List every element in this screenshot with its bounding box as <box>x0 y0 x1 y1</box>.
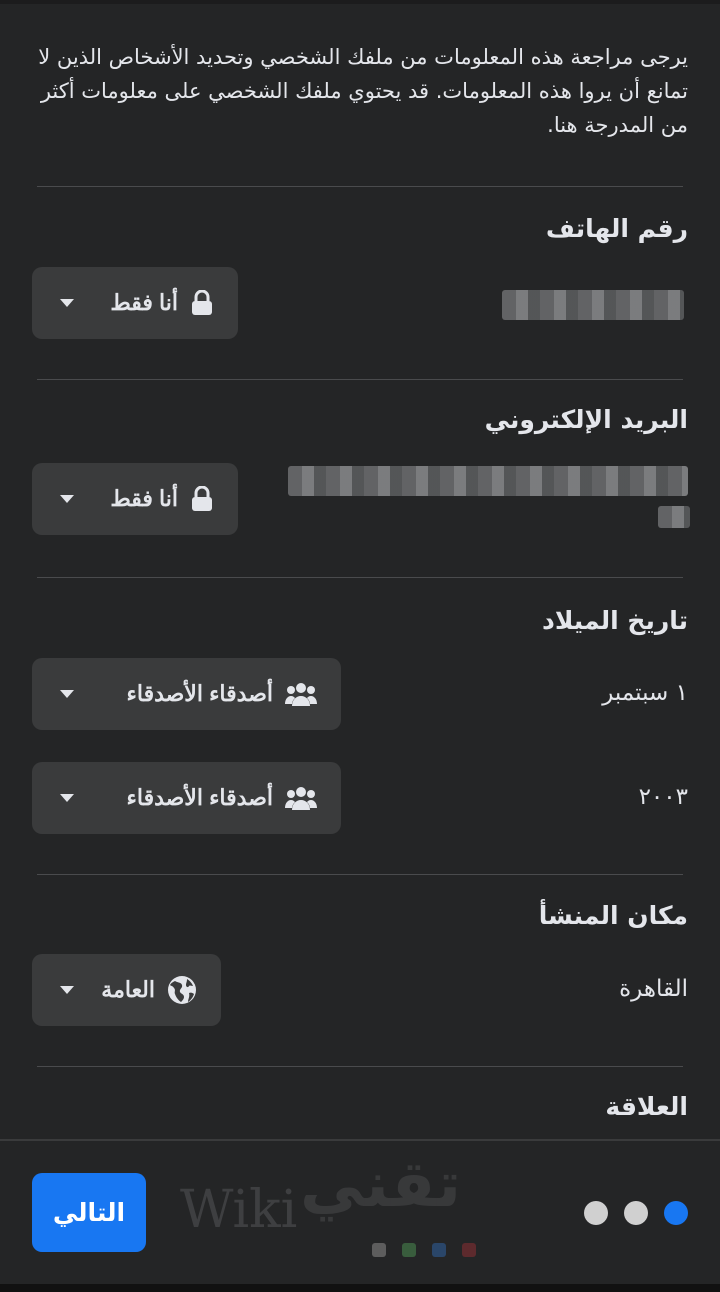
privacy-label: العامة <box>101 977 155 1002</box>
intro-text: يرجى مراجعة هذه المعلومات من ملفك الشخصي… <box>38 45 688 137</box>
divider <box>37 1066 683 1067</box>
divider <box>37 874 683 875</box>
privacy-label: أنا فقط <box>110 486 178 511</box>
privacy-label: أصدقاء الأصدقاء <box>126 785 273 810</box>
pagination-dot-3 <box>584 1201 608 1225</box>
birthday-day-month: ١ سبتمبر <box>602 680 688 706</box>
divider <box>37 186 683 187</box>
watermark-arabic: تقني <box>300 1148 461 1222</box>
section-title-phone: رقم الهاتف <box>545 214 688 243</box>
section-title-email: البريد الإلكتروني <box>484 405 688 434</box>
blurred-phone-value <box>502 290 684 320</box>
windows-icon <box>432 1243 446 1257</box>
section-title-hometown: مكان المنشأ <box>538 901 688 930</box>
caret-down-icon <box>60 299 74 307</box>
blurred-email-value <box>288 466 688 496</box>
caret-down-icon <box>60 495 74 503</box>
caret-down-icon <box>60 794 74 802</box>
pagination-dot-1-active <box>664 1201 688 1225</box>
globe-icon <box>168 976 196 1004</box>
bottom-bar <box>0 1284 720 1292</box>
top-border <box>0 0 720 4</box>
blurred-email-value-line2 <box>658 506 690 528</box>
web-icon <box>462 1243 476 1257</box>
birthday-year: ٢٠٠٣ <box>638 784 688 810</box>
email-privacy-button[interactable]: أنا فقط <box>32 463 238 535</box>
footer-divider <box>0 1139 720 1141</box>
privacy-label: أنا فقط <box>110 290 178 315</box>
next-button[interactable]: التالي <box>32 1173 146 1252</box>
lock-icon <box>192 486 212 511</box>
birthday-year-privacy-button[interactable]: أصدقاء الأصدقاء <box>32 762 341 834</box>
pagination-dot-2 <box>624 1201 648 1225</box>
birthday-day-month-privacy-button[interactable]: أصدقاء الأصدقاء <box>32 658 341 730</box>
hometown-privacy-button[interactable]: العامة <box>32 954 221 1026</box>
section-title-birthday: تاريخ الميلاد <box>541 606 688 635</box>
friends-icon <box>285 683 317 706</box>
android-icon <box>402 1243 416 1257</box>
divider <box>37 577 683 578</box>
privacy-label: أصدقاء الأصدقاء <box>126 681 273 706</box>
caret-down-icon <box>60 690 74 698</box>
lock-icon <box>192 290 212 315</box>
divider <box>37 379 683 380</box>
caret-down-icon <box>60 986 74 994</box>
apple-icon <box>372 1243 386 1257</box>
watermark-latin: Wiki <box>180 1180 298 1240</box>
hometown-value: القاهرة <box>619 976 688 1002</box>
phone-privacy-button[interactable]: أنا فقط <box>32 267 238 339</box>
section-title-relationship: العلاقة <box>605 1092 688 1121</box>
friends-icon <box>285 787 317 810</box>
